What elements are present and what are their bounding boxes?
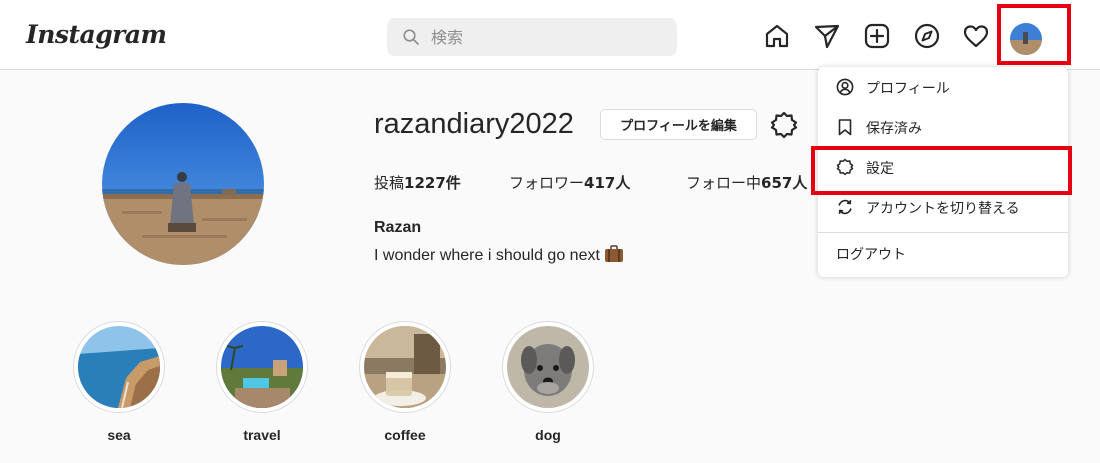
menu-item-saved[interactable]: 保存済み [818, 107, 1068, 147]
highlight-cover-travel [221, 326, 303, 408]
posts-count: 投稿1227件 [374, 174, 461, 192]
explore-icon[interactable] [913, 22, 941, 50]
suitcase-emoji-icon [604, 245, 623, 262]
bookmark-icon [838, 119, 852, 136]
search-icon [403, 29, 419, 45]
profile-username: razandiary2022 [374, 108, 574, 140]
top-navigation-bar: Instagram [0, 0, 1100, 70]
highlight-label: dog [535, 427, 561, 443]
highlight-cover-dog [507, 326, 589, 408]
instagram-logo[interactable]: Instagram [26, 20, 167, 49]
highlight-label: sea [107, 427, 131, 443]
bio-text: I wonder where i should go next [374, 247, 600, 264]
activity-heart-icon[interactable] [962, 22, 990, 50]
highlight-coffee[interactable]: coffee [359, 321, 451, 443]
profile-full-name: Razan [374, 219, 422, 236]
following-count[interactable]: フォロー中657人 [686, 172, 807, 193]
menu-item-label: 保存済み [866, 121, 922, 137]
direct-message-icon[interactable] [813, 22, 841, 50]
edit-profile-button[interactable]: プロフィールを編集 [600, 109, 757, 140]
profile-photo[interactable] [102, 103, 264, 265]
settings-highlight-box [811, 146, 1072, 195]
avatar-highlight-box [997, 4, 1071, 65]
menu-item-logout[interactable]: ログアウト [818, 233, 1068, 273]
highlight-travel[interactable]: travel [216, 321, 308, 443]
highlight-cover-sea [78, 326, 160, 408]
menu-item-label: アカウントを切り替える [866, 201, 1020, 217]
menu-item-label: プロフィール [866, 81, 950, 97]
highlight-cover-coffee [364, 326, 446, 408]
menu-item-profile[interactable]: プロフィール [818, 67, 1068, 107]
new-post-icon[interactable] [863, 22, 891, 50]
switch-account-icon [838, 199, 852, 215]
profile-icon [836, 78, 854, 96]
settings-gear-icon[interactable] [770, 111, 798, 139]
home-icon[interactable] [763, 22, 791, 50]
search-box[interactable] [387, 18, 677, 56]
highlight-dog[interactable]: dog [502, 321, 594, 443]
profile-bio: I wonder where i should go next [374, 245, 624, 265]
highlight-label: travel [243, 427, 281, 443]
logout-label: ログアウト [836, 247, 906, 263]
highlight-sea[interactable]: sea [73, 321, 165, 443]
highlight-ring [359, 321, 451, 413]
followers-count[interactable]: フォロワー417人 [509, 172, 630, 193]
highlight-ring [216, 321, 308, 413]
search-input[interactable] [431, 18, 661, 56]
highlight-ring [73, 321, 165, 413]
highlight-label: coffee [384, 427, 426, 443]
highlight-ring [502, 321, 594, 413]
